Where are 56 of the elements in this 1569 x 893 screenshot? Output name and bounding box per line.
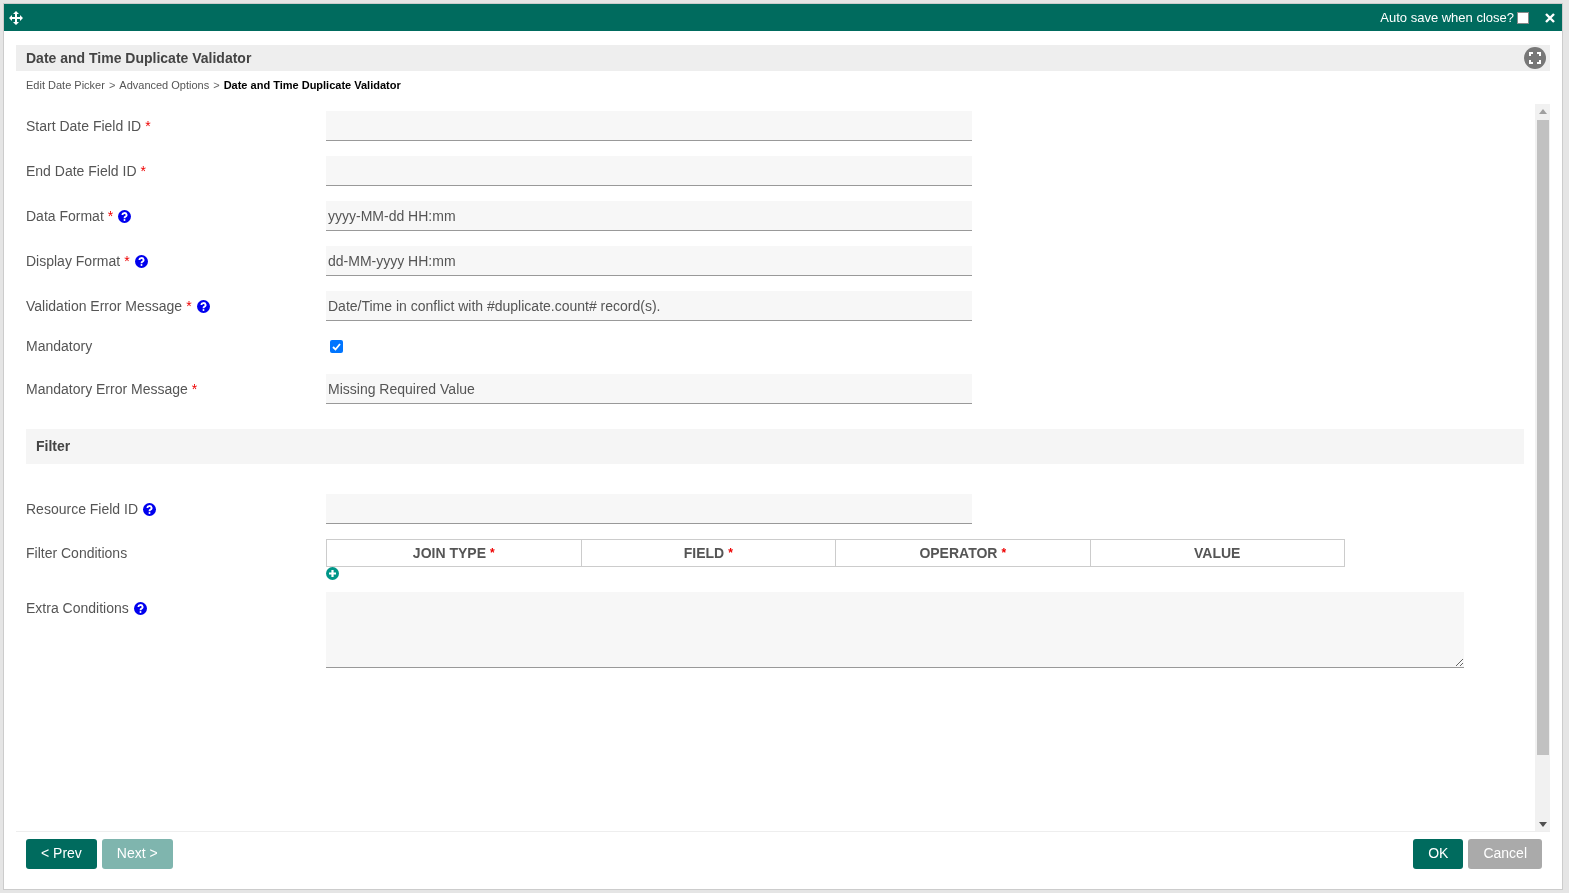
auto-save-label: Auto save when close? — [1380, 8, 1514, 27]
scroll-thumb[interactable] — [1536, 120, 1549, 755]
field-label: Validation Error Message — [26, 296, 183, 316]
breadcrumb-link[interactable]: Advanced Options — [119, 76, 210, 94]
required-mark: * — [140, 161, 146, 181]
required-mark: * — [490, 545, 495, 562]
textarea-field[interactable] — [326, 592, 1464, 668]
field-label: Resource Field ID — [26, 499, 139, 519]
field-label: Mandatory Error Message — [26, 379, 188, 399]
text-input[interactable] — [326, 156, 972, 186]
action-button[interactable]: < Prev — [26, 838, 97, 869]
checkbox[interactable] — [330, 340, 343, 353]
column-header: OPERATOR — [919, 543, 998, 563]
field-label: Data Format — [26, 206, 104, 226]
help-icon[interactable] — [196, 299, 210, 313]
text-input[interactable] — [326, 111, 972, 141]
column-header: VALUE — [1194, 543, 1241, 563]
field-label: Start Date Field ID — [26, 116, 142, 136]
section-title: Filter — [36, 437, 71, 456]
text-input[interactable]: Missing Required Value — [326, 374, 972, 404]
help-icon[interactable] — [134, 254, 148, 268]
close-icon[interactable] — [1545, 12, 1555, 23]
help-icon[interactable] — [143, 502, 157, 516]
field-label: Mandatory — [26, 337, 93, 356]
scroll-up-icon[interactable] — [1538, 109, 1547, 114]
required-mark: * — [124, 251, 130, 271]
field-label: Extra Conditions — [26, 598, 129, 618]
action-button[interactable]: OK — [1413, 838, 1464, 869]
auto-save-checkbox[interactable] — [1517, 11, 1529, 24]
field-label: Display Format — [26, 251, 121, 271]
breadcrumb-link[interactable]: Edit Date Picker — [26, 76, 105, 94]
scroll-down-icon[interactable] — [1538, 822, 1547, 827]
breadcrumb-separator: > — [213, 77, 220, 93]
required-mark: * — [145, 116, 151, 136]
field-label: Filter Conditions — [26, 543, 128, 563]
required-mark: * — [186, 296, 192, 316]
breadcrumb-separator: > — [108, 77, 116, 93]
help-icon[interactable] — [118, 209, 132, 223]
breadcrumb-current: Date and Time Duplicate Validator — [223, 77, 401, 93]
column-header: FIELD — [683, 543, 725, 563]
required-mark: * — [728, 545, 733, 562]
text-input[interactable]: yyyy-MM-dd HH:mm — [326, 201, 972, 231]
required-mark: * — [1001, 545, 1007, 562]
scrollbar[interactable] — [1535, 104, 1550, 831]
column-header: JOIN TYPE — [412, 543, 486, 563]
move-icon[interactable] — [9, 10, 23, 25]
text-input[interactable]: dd-MM-yyyy HH:mm — [326, 246, 972, 276]
fullscreen-icon[interactable] — [1524, 47, 1546, 69]
field-label: End Date Field ID — [26, 161, 137, 181]
text-input[interactable]: Date/Time in conflict with #duplicate.count# record(s). — [326, 291, 972, 321]
required-mark: * — [191, 379, 198, 399]
text-input[interactable] — [326, 494, 972, 524]
required-mark: * — [107, 206, 114, 226]
dialog-title: Date and Time Duplicate Validator — [26, 48, 252, 68]
help-icon[interactable] — [133, 601, 147, 615]
add-icon[interactable] — [326, 567, 339, 580]
